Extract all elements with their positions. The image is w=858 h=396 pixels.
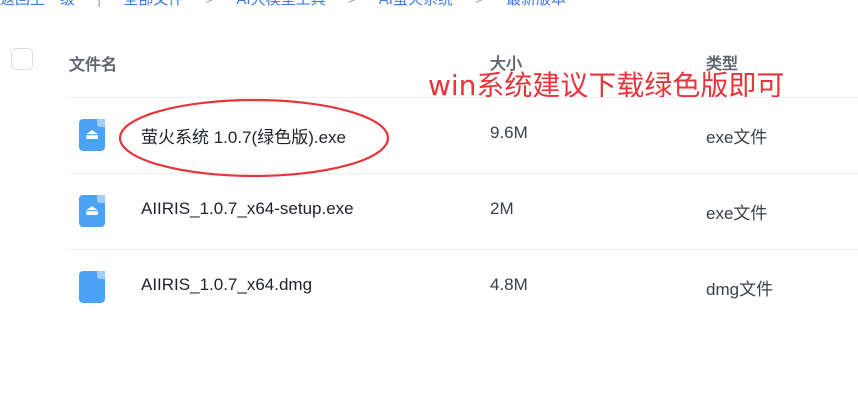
breadcrumb: 返回上一级 | 全部文件 > AI大模型工具 > AI萤火系统 > 最新版本 xyxy=(0,0,858,8)
file-list-page: 返回上一级 | 全部文件 > AI大模型工具 > AI萤火系统 > 最新版本 文… xyxy=(0,0,858,396)
apple-file-icon xyxy=(79,271,105,303)
column-header-name[interactable]: 文件名 xyxy=(69,51,117,75)
exe-file-icon: ⏏ xyxy=(79,195,105,227)
breadcrumb-separator: > xyxy=(348,0,357,8)
file-row-green-exe[interactable]: ⏏ 萤火系统 1.0.7(绿色版).exe 9.6M exe文件 xyxy=(68,97,858,173)
breadcrumb-separator: > xyxy=(475,0,484,8)
file-size: 4.8M xyxy=(490,275,528,294)
breadcrumb-item-folder[interactable]: AI大模型工具 xyxy=(236,0,325,8)
file-size: 2M xyxy=(490,199,514,218)
select-all-checkbox[interactable] xyxy=(11,48,33,70)
breadcrumb-item-current: 最新版本 xyxy=(506,0,566,8)
breadcrumb-separator: | xyxy=(97,0,101,8)
file-row-setup-exe[interactable]: ⏏ AIIRIS_1.0.7_x64-setup.exe 2M exe文件 xyxy=(68,173,858,249)
file-row-dmg[interactable]: AIIRIS_1.0.7_x64.dmg 4.8M dmg文件 xyxy=(68,249,858,325)
file-type: exe文件 xyxy=(706,128,768,147)
breadcrumb-item-back[interactable]: 返回上一级 xyxy=(0,0,75,8)
breadcrumb-item-subfolder[interactable]: AI萤火系统 xyxy=(379,0,453,8)
exe-file-icon: ⏏ xyxy=(79,119,105,151)
file-name[interactable]: 萤火系统 1.0.7(绿色版).exe xyxy=(141,123,346,148)
breadcrumb-separator: > xyxy=(205,0,214,8)
file-type: exe文件 xyxy=(706,204,768,223)
installer-glyph-icon: ⏏ xyxy=(84,202,100,219)
file-list: ⏏ 萤火系统 1.0.7(绿色版).exe 9.6M exe文件 ⏏ AIIRI… xyxy=(68,97,858,325)
file-name[interactable]: AIIRIS_1.0.7_x64.dmg xyxy=(141,275,312,295)
installer-glyph-icon: ⏏ xyxy=(84,126,100,143)
breadcrumb-item-all-files[interactable]: 全部文件 xyxy=(123,0,183,8)
file-name[interactable]: AIIRIS_1.0.7_x64-setup.exe xyxy=(141,199,354,219)
file-type: dmg文件 xyxy=(706,280,774,299)
file-size: 9.6M xyxy=(490,123,528,142)
